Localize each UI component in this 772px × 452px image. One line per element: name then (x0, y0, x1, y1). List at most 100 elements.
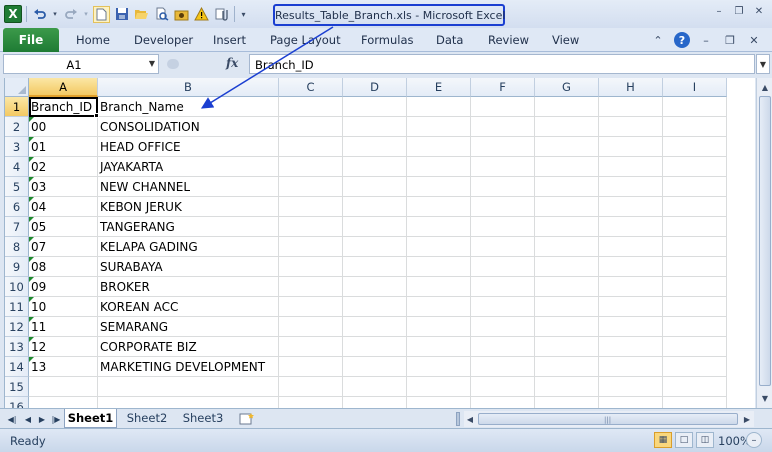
print-preview-icon[interactable] (153, 6, 170, 23)
cell[interactable] (471, 157, 535, 177)
minimize-icon[interactable]: – (712, 4, 726, 18)
tab-formulas[interactable]: Formulas (361, 33, 414, 47)
cell[interactable] (599, 317, 663, 337)
cell[interactable]: JAYAKARTA (98, 157, 279, 177)
open-icon[interactable] (133, 6, 150, 23)
cell[interactable] (663, 137, 727, 157)
horizontal-scrollbar[interactable]: ◀ ||| ▶ (464, 411, 754, 427)
cell[interactable] (535, 157, 599, 177)
cell[interactable] (535, 277, 599, 297)
cell[interactable] (343, 257, 407, 277)
cell[interactable] (98, 377, 279, 397)
cell[interactable] (599, 237, 663, 257)
column-header-d[interactable]: D (343, 78, 407, 97)
cell[interactable] (343, 237, 407, 257)
cell[interactable] (471, 337, 535, 357)
cell[interactable] (535, 397, 599, 408)
vertical-scroll-thumb[interactable] (759, 96, 771, 386)
cell[interactable] (471, 297, 535, 317)
expand-formula-bar-icon[interactable]: ▼ (756, 54, 770, 74)
cell[interactable]: SURABAYA (98, 257, 279, 277)
cell[interactable] (343, 217, 407, 237)
cell[interactable] (599, 257, 663, 277)
workbook-minimize-icon[interactable]: – (698, 32, 714, 48)
cell[interactable] (279, 397, 343, 408)
cell[interactable] (535, 357, 599, 377)
cell[interactable] (343, 177, 407, 197)
cell[interactable] (407, 177, 471, 197)
cell[interactable] (407, 197, 471, 217)
column-header-f[interactable]: F (471, 78, 535, 97)
cell[interactable] (407, 157, 471, 177)
cell[interactable] (663, 177, 727, 197)
cell[interactable] (407, 377, 471, 397)
row-header[interactable]: 5 (5, 177, 29, 197)
cell[interactable]: KEBON JERUK (98, 197, 279, 217)
cell[interactable]: BROKER (98, 277, 279, 297)
formula-input[interactable]: Branch_ID (249, 54, 755, 74)
cell[interactable] (535, 97, 599, 117)
column-header-e[interactable]: E (407, 78, 471, 97)
cell[interactable]: 09 (29, 277, 98, 297)
cell[interactable]: KOREAN ACC (98, 297, 279, 317)
page-layout-view-icon[interactable]: □ (675, 432, 693, 448)
cell[interactable] (535, 317, 599, 337)
formula-bar-splitter[interactable] (167, 59, 179, 69)
row-header[interactable]: 11 (5, 297, 29, 317)
cell[interactable] (471, 237, 535, 257)
horizontal-scroll-thumb[interactable]: ||| (478, 413, 738, 425)
scroll-left-icon[interactable]: ◀ (464, 412, 476, 426)
cell[interactable] (663, 297, 727, 317)
next-sheet-icon[interactable]: ▶ (36, 412, 48, 426)
worksheet-grid[interactable]: A B C D E F G H I 1 Branch_ID Branch_Name 2 00 CONSOLI… (4, 78, 755, 408)
cell[interactable] (663, 157, 727, 177)
column-header-i[interactable]: I (663, 78, 727, 97)
cell[interactable] (535, 377, 599, 397)
row-header[interactable]: 14 (5, 357, 29, 377)
cell[interactable]: 03 (29, 177, 98, 197)
cell[interactable] (663, 357, 727, 377)
cell[interactable] (279, 297, 343, 317)
row-header[interactable]: 1 (5, 97, 29, 117)
cell[interactable] (343, 337, 407, 357)
cell[interactable] (407, 317, 471, 337)
cell[interactable] (279, 257, 343, 277)
cell[interactable] (407, 137, 471, 157)
cell[interactable] (279, 317, 343, 337)
cell[interactable] (407, 217, 471, 237)
cell[interactable] (343, 197, 407, 217)
cell[interactable]: Branch_Name (98, 97, 279, 117)
cell[interactable] (471, 197, 535, 217)
scroll-up-icon[interactable]: ▲ (758, 79, 772, 95)
column-header-b[interactable]: B (98, 78, 279, 97)
select-all-corner[interactable] (5, 78, 29, 97)
new-icon[interactable] (93, 5, 110, 23)
cell[interactable] (599, 177, 663, 197)
cell[interactable]: 01 (29, 137, 98, 157)
cell[interactable] (343, 277, 407, 297)
cell[interactable] (407, 117, 471, 137)
cell[interactable] (279, 157, 343, 177)
row-header[interactable]: 15 (5, 377, 29, 397)
cell[interactable] (535, 177, 599, 197)
last-sheet-icon[interactable]: |▶ (50, 412, 62, 426)
row-header[interactable]: 9 (5, 257, 29, 277)
cell[interactable]: 07 (29, 237, 98, 257)
cell[interactable] (535, 197, 599, 217)
cell[interactable] (29, 377, 98, 397)
cell[interactable] (279, 277, 343, 297)
cell[interactable]: 04 (29, 197, 98, 217)
cell[interactable] (279, 97, 343, 117)
cell[interactable] (599, 377, 663, 397)
cell[interactable] (599, 117, 663, 137)
cell[interactable] (407, 237, 471, 257)
redo-dropdown-icon[interactable]: ▾ (82, 6, 90, 23)
cell[interactable] (279, 377, 343, 397)
cell[interactable] (343, 297, 407, 317)
cell[interactable] (279, 137, 343, 157)
cell[interactable] (471, 117, 535, 137)
tab-review[interactable]: Review (488, 33, 529, 47)
cell[interactable] (279, 197, 343, 217)
cell[interactable]: KELAPA GADING (98, 237, 279, 257)
cell[interactable] (471, 217, 535, 237)
